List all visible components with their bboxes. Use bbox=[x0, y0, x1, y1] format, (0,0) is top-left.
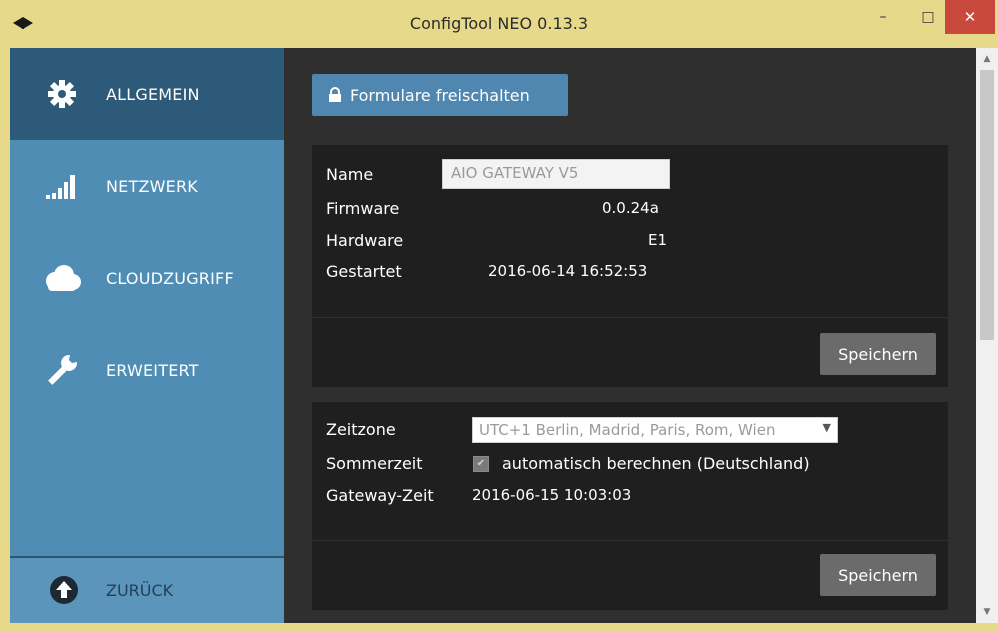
sidebar-item-cloudzugriff[interactable]: CLOUDZUGRIFF bbox=[10, 232, 284, 324]
sidebar-item-erweitert[interactable]: ERWEITERT bbox=[10, 324, 284, 416]
vertical-scrollbar[interactable]: ▲ ▼ bbox=[976, 48, 998, 623]
app-window: ConfigTool NEO 0.13.3 – □ ✕ ALLGEMEIN NE… bbox=[0, 0, 998, 631]
scroll-down-arrow-icon[interactable]: ▼ bbox=[976, 603, 998, 621]
name-label: Name bbox=[326, 165, 374, 184]
timezone-value: UTC+1 Berlin, Madrid, Paris, Rom, Wien bbox=[479, 421, 776, 439]
dst-checkbox[interactable]: ✔ bbox=[473, 456, 489, 472]
scroll-thumb[interactable] bbox=[980, 70, 994, 340]
dst-checkbox-label: automatisch berechnen (Deutschland) bbox=[502, 454, 810, 473]
lock-icon bbox=[329, 87, 341, 102]
firmware-label: Firmware bbox=[326, 199, 400, 218]
sidebar-item-label: CLOUDZUGRIFF bbox=[106, 268, 234, 288]
device-info-panel: Name AIO GATEWAY V5 Firmware 0.0.24a Har… bbox=[312, 145, 948, 387]
time-settings-panel: Zeitzone UTC+1 Berlin, Madrid, Paris, Ro… bbox=[312, 402, 948, 610]
minimize-button[interactable]: – bbox=[860, 0, 906, 34]
close-button[interactable]: ✕ bbox=[945, 0, 995, 34]
scroll-up-arrow-icon[interactable]: ▲ bbox=[976, 50, 998, 68]
unlock-forms-label: Formulare freischalten bbox=[350, 85, 530, 105]
timezone-select[interactable]: UTC+1 Berlin, Madrid, Paris, Rom, Wien ▼ bbox=[472, 417, 838, 443]
cloud-icon bbox=[42, 258, 82, 298]
sidebar-item-netzwerk[interactable]: NETZWERK bbox=[10, 140, 284, 232]
sidebar-item-label: ALLGEMEIN bbox=[106, 84, 200, 104]
started-label: Gestartet bbox=[326, 262, 402, 281]
save-device-button[interactable]: Speichern bbox=[820, 333, 936, 375]
signal-bars-icon bbox=[42, 166, 82, 206]
sidebar-item-label: ERWEITERT bbox=[106, 360, 199, 380]
dst-label: Sommerzeit bbox=[326, 454, 423, 473]
panel-divider bbox=[312, 317, 948, 318]
panel-divider bbox=[312, 540, 948, 541]
hardware-value: E1 bbox=[648, 231, 668, 249]
chevron-down-icon: ▼ bbox=[822, 421, 831, 434]
back-label: ZURÜCK bbox=[106, 581, 174, 600]
title-bar[interactable]: ConfigTool NEO 0.13.3 – □ ✕ bbox=[0, 0, 998, 48]
firmware-value: 0.0.24a bbox=[602, 199, 659, 217]
save-time-button[interactable]: Speichern bbox=[820, 554, 936, 596]
sidebar-item-label: NETZWERK bbox=[106, 176, 198, 196]
window-title: ConfigTool NEO 0.13.3 bbox=[409, 14, 589, 33]
back-button[interactable]: ZURÜCK bbox=[10, 558, 284, 623]
sidebar-item-allgemein[interactable]: ALLGEMEIN bbox=[10, 48, 284, 140]
hardware-label: Hardware bbox=[326, 231, 404, 250]
gear-icon bbox=[42, 74, 82, 114]
gateway-time-value: 2016-06-15 10:03:03 bbox=[472, 486, 632, 504]
wrench-icon bbox=[42, 350, 82, 390]
sidebar: ALLGEMEIN NETZWERK CLOUDZUGRIFF ERWEITER… bbox=[10, 48, 284, 623]
unlock-forms-button[interactable]: Formulare freischalten bbox=[312, 74, 568, 116]
arrow-up-circle-icon bbox=[50, 576, 78, 604]
started-value: 2016-06-14 16:52:53 bbox=[488, 262, 648, 280]
name-input[interactable]: AIO GATEWAY V5 bbox=[442, 159, 670, 189]
gateway-time-label: Gateway-Zeit bbox=[326, 486, 434, 505]
timezone-label: Zeitzone bbox=[326, 420, 396, 439]
